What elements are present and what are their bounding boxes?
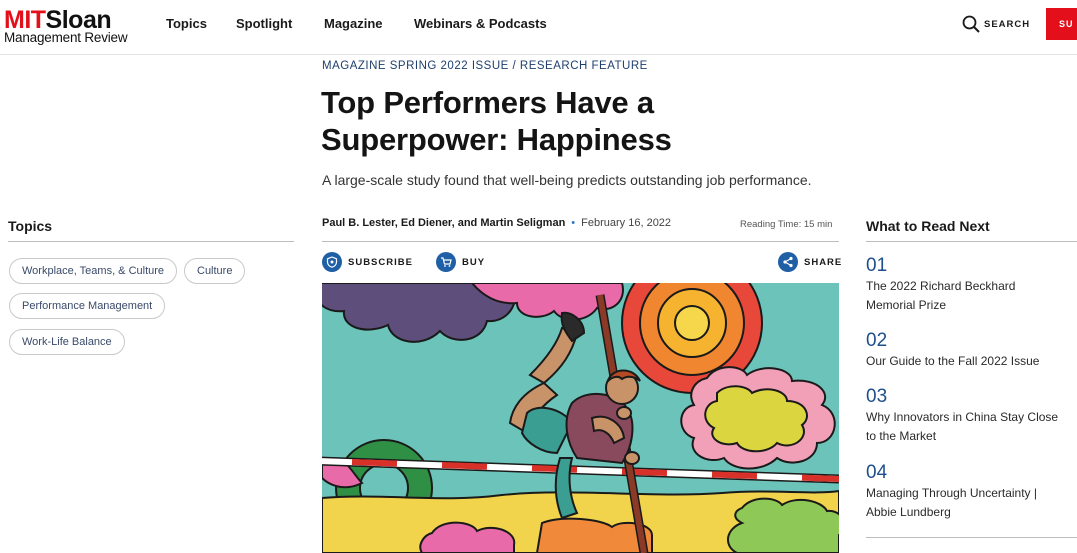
read-next-item[interactable]: 04 Managing Through Uncertainty | Abbie …: [866, 462, 1066, 522]
read-next-number: 01: [866, 255, 888, 276]
hero-illustration: [322, 283, 839, 553]
topic-tag[interactable]: Culture: [184, 258, 246, 284]
divider: [866, 241, 1077, 242]
read-next-number: 04: [866, 462, 888, 483]
subscribe-action-label: SUBSCRIBE: [348, 256, 413, 268]
divider: [866, 537, 1077, 538]
separator-dot: •: [571, 217, 576, 229]
nav-topics[interactable]: Topics: [166, 16, 207, 31]
topic-tag[interactable]: Work-Life Balance: [9, 329, 125, 355]
nav-magazine[interactable]: Magazine: [324, 16, 383, 31]
read-next-number: 02: [866, 330, 888, 351]
site-header: MITSloan Management Review Topics Spotli…: [0, 0, 1077, 55]
share-button[interactable]: SHARE: [778, 251, 842, 273]
topic-tag[interactable]: Workplace, Teams, & Culture: [9, 258, 178, 284]
divider: [8, 241, 294, 242]
buy-button[interactable]: BUY: [436, 251, 485, 273]
divider: [322, 241, 839, 242]
read-next-title[interactable]: The 2022 Richard Beckhard Memorial Prize: [866, 277, 1066, 315]
read-next-title[interactable]: Our Guide to the Fall 2022 Issue: [866, 352, 1066, 371]
article-date: February 16, 2022: [581, 217, 672, 229]
read-next-item[interactable]: 02 Our Guide to the Fall 2022 Issue: [866, 330, 1066, 371]
article-authors[interactable]: Paul B. Lester, Ed Diener, and Martin Se…: [322, 217, 565, 229]
header-subscribe-button[interactable]: SU: [1046, 8, 1077, 40]
reading-time: Reading Time: 15 min: [740, 219, 833, 230]
read-next-title[interactable]: Why Innovators in China Stay Close to th…: [866, 408, 1066, 446]
read-next-item[interactable]: 03 Why Innovators in China Stay Close to…: [866, 386, 1066, 446]
cart-icon: [436, 252, 456, 272]
article-kicker[interactable]: MAGAZINE SPRING 2022 ISSUE / RESEARCH FE…: [322, 60, 648, 72]
shield-icon: [322, 252, 342, 272]
search-button[interactable]: SEARCH: [962, 14, 1030, 34]
mit-sloan-logo[interactable]: MITSloan Management Review: [4, 6, 134, 46]
read-next-item[interactable]: 01 The 2022 Richard Beckhard Memorial Pr…: [866, 255, 1066, 315]
read-next-number: 03: [866, 386, 888, 407]
topics-heading: Topics: [8, 218, 53, 234]
share-icon: [778, 252, 798, 272]
share-label: SHARE: [804, 256, 843, 268]
byline: Paul B. Lester, Ed Diener, and Martin Se…: [322, 217, 671, 229]
article-title: Top Performers Have a Superpower: Happin…: [321, 85, 672, 157]
article-dek: A large-scale study found that well-bein…: [322, 172, 812, 188]
nav-webinars-podcasts[interactable]: Webinars & Podcasts: [414, 16, 547, 31]
search-label: SEARCH: [984, 18, 1031, 30]
read-next-title[interactable]: Managing Through Uncertainty | Abbie Lun…: [866, 484, 1066, 522]
search-icon: [962, 15, 980, 33]
read-next-heading: What to Read Next: [866, 218, 990, 234]
logo-subtitle: Management Review: [4, 30, 128, 45]
topic-tag[interactable]: Performance Management: [9, 293, 166, 319]
nav-spotlight[interactable]: Spotlight: [236, 16, 292, 31]
subscribe-action-button[interactable]: SUBSCRIBE: [322, 251, 413, 273]
buy-label: BUY: [462, 256, 486, 268]
